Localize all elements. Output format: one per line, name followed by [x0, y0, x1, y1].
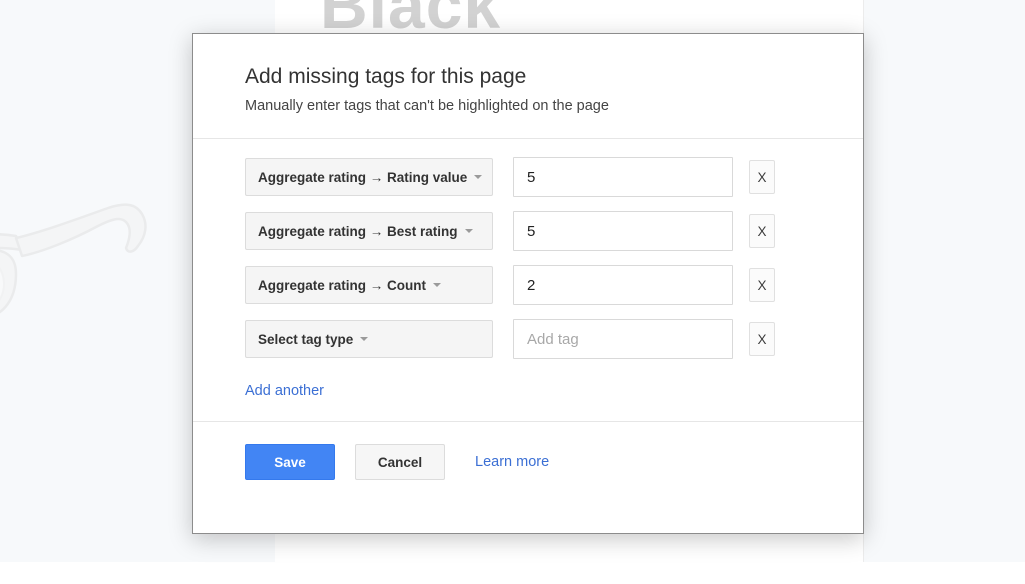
tag-value-input-1[interactable] — [513, 157, 733, 197]
remove-tag-button-1[interactable]: X — [749, 160, 775, 194]
page-bottom-margin — [0, 562, 1025, 584]
close-icon: X — [757, 332, 766, 347]
save-button[interactable]: Save — [245, 444, 335, 480]
table-row: Aggregate rating → Count X — [245, 265, 811, 305]
table-row: Aggregate rating → Best rating X — [245, 211, 811, 251]
remove-tag-button-3[interactable]: X — [749, 268, 775, 302]
tag-type-select-1[interactable]: Aggregate rating → Rating value — [245, 158, 493, 196]
screen: Black Add missing tags for this page Man… — [0, 0, 1025, 584]
learn-more-link[interactable]: Learn more — [475, 454, 549, 470]
table-row: Aggregate rating → Rating value X — [245, 157, 811, 197]
dialog-footer: Save Cancel Learn more — [193, 422, 863, 480]
cancel-button[interactable]: Cancel — [355, 444, 445, 480]
tag-type-select-2[interactable]: Aggregate rating → Best rating — [245, 212, 493, 250]
dialog-header: Add missing tags for this page Manually … — [193, 34, 863, 138]
tag-type-label-2: Aggregate rating → Best rating — [258, 224, 458, 239]
tag-value-input-3[interactable] — [513, 265, 733, 305]
tag-value-input-2[interactable] — [513, 211, 733, 251]
chevron-down-icon — [433, 283, 441, 287]
dialog-title: Add missing tags for this page — [245, 64, 811, 89]
tag-type-select-4[interactable]: Select tag type — [245, 320, 493, 358]
tag-type-label-1: Aggregate rating → Rating value — [258, 170, 467, 185]
close-icon: X — [757, 170, 766, 185]
sunglasses-icon — [0, 190, 160, 340]
table-row: Select tag type X — [245, 319, 811, 359]
close-icon: X — [757, 224, 766, 239]
chevron-down-icon — [465, 229, 473, 233]
close-icon: X — [757, 278, 766, 293]
chevron-down-icon — [360, 337, 368, 341]
dialog-subtitle: Manually enter tags that can't be highli… — [245, 97, 811, 116]
tag-rows-list: Aggregate rating → Rating value X Aggreg… — [193, 139, 863, 421]
chevron-down-icon — [474, 175, 482, 179]
tag-type-select-3[interactable]: Aggregate rating → Count — [245, 266, 493, 304]
add-another-link[interactable]: Add another — [245, 383, 324, 399]
tag-type-label-4: Select tag type — [258, 332, 353, 347]
remove-tag-button-2[interactable]: X — [749, 214, 775, 248]
remove-tag-button-4[interactable]: X — [749, 322, 775, 356]
tag-type-label-3: Aggregate rating → Count — [258, 278, 426, 293]
tag-value-input-4[interactable] — [513, 319, 733, 359]
add-missing-tags-dialog: Add missing tags for this page Manually … — [192, 33, 864, 534]
